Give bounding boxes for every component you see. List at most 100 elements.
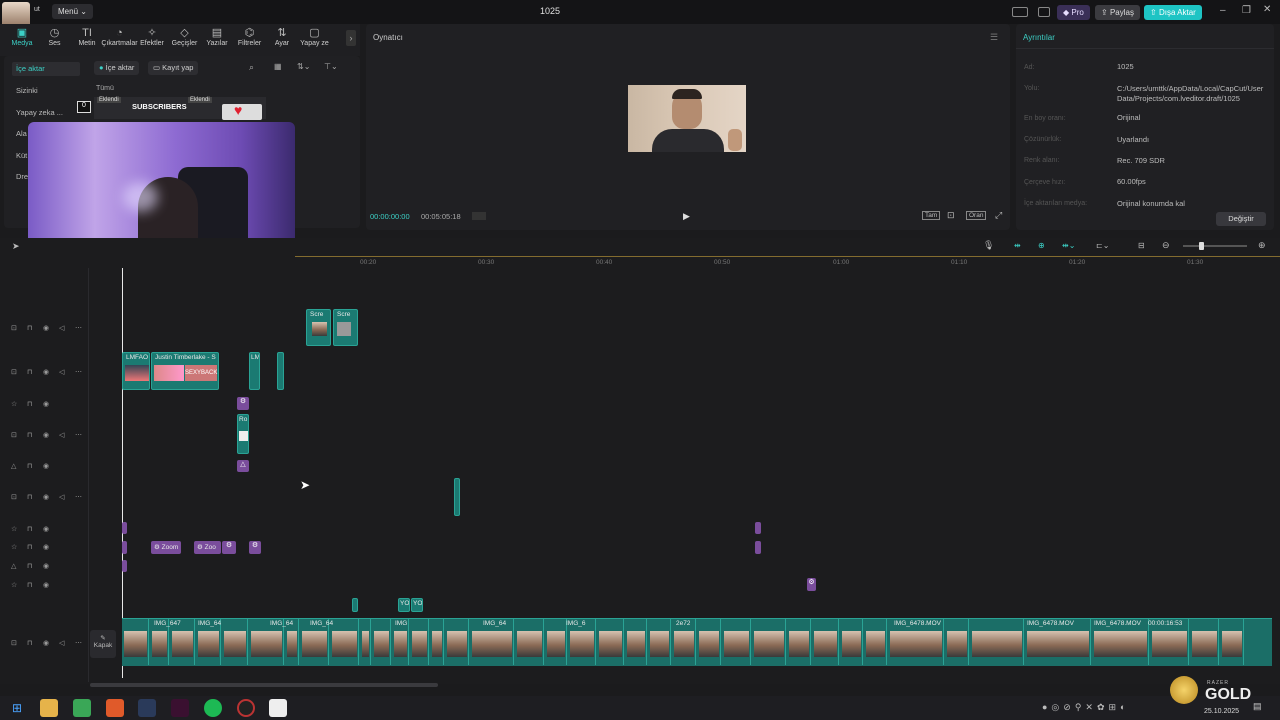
main-track-clip[interactable] xyxy=(970,619,1024,665)
clip-lmfao[interactable]: LMFAO xyxy=(122,352,150,390)
zoom-clip-1[interactable]: ⚙ Zoom xyxy=(151,541,181,554)
lock-icon[interactable]: ⊓ xyxy=(27,431,32,439)
lock-icon[interactable]: ⊓ xyxy=(27,400,32,408)
zoom-in-icon[interactable]: ⊕ xyxy=(1258,240,1266,251)
effect-marker[interactable] xyxy=(122,522,127,534)
main-track-clip[interactable] xyxy=(840,619,863,665)
lock-icon[interactable]: ⊓ xyxy=(27,462,32,470)
track-type-icon[interactable]: ⊡ xyxy=(11,368,17,376)
clip-scre-2[interactable]: Scre xyxy=(333,309,358,346)
main-track-clip[interactable] xyxy=(812,619,839,665)
sidebar-item-import[interactable]: İçe aktar xyxy=(12,62,80,76)
select-tool-icon[interactable]: ➤ xyxy=(12,241,20,252)
filter-icon[interactable]: ⊤⌄ xyxy=(324,62,338,71)
mic-icon[interactable]: 🎙 xyxy=(983,240,994,251)
lock-icon[interactable]: ⊓ xyxy=(27,581,32,589)
menu-button[interactable]: Menü ⌄ xyxy=(52,4,93,19)
layout-icon[interactable] xyxy=(1012,7,1028,17)
maximize-icon[interactable]: ❐ xyxy=(1242,5,1251,16)
store-icon[interactable] xyxy=(73,699,91,717)
steam-icon[interactable] xyxy=(138,699,156,717)
main-track-clip[interactable] xyxy=(372,619,391,665)
grid-view-icon[interactable]: ▦ xyxy=(274,62,282,71)
tool-ai[interactable]: ▢ Yapay ze xyxy=(295,26,335,47)
more-icon[interactable]: ⋯ xyxy=(75,639,82,647)
zoom-clip-3[interactable]: ⚙ xyxy=(222,541,236,554)
windows-start-icon[interactable]: ⊞ xyxy=(8,699,26,717)
cover-button[interactable]: ✎ Kapak xyxy=(90,630,116,658)
track-type-icon[interactable]: ⊡ xyxy=(11,493,17,501)
eye-icon[interactable]: ◉ xyxy=(43,562,49,570)
heart-thumb[interactable]: ♥ xyxy=(222,102,262,120)
lock-icon[interactable]: ⊓ xyxy=(27,639,32,647)
eye-icon[interactable]: ◉ xyxy=(43,324,49,332)
sidebar-item-yours[interactable]: Sizinki xyxy=(12,84,80,98)
spotify-icon[interactable] xyxy=(204,699,222,717)
more-icon[interactable]: ⋯ xyxy=(75,368,82,376)
effect-marker[interactable] xyxy=(755,541,761,554)
clip-tiny[interactable] xyxy=(352,598,358,612)
fullscreen-icon[interactable]: ⤢ xyxy=(995,210,1002,221)
explorer-icon[interactable] xyxy=(40,699,58,717)
track-type-icon[interactable]: ☆ xyxy=(11,525,17,533)
main-track-clip[interactable] xyxy=(222,619,248,665)
eye-icon[interactable]: ◉ xyxy=(43,543,49,551)
change-button[interactable]: Değiştir xyxy=(1216,212,1266,226)
sidebar-item-6[interactable]: Dre xyxy=(12,170,28,184)
more-icon[interactable]: ⋯ xyxy=(75,324,82,332)
eye-icon[interactable]: ◉ xyxy=(43,525,49,533)
zoom-slider[interactable] xyxy=(1183,245,1247,247)
more-icon[interactable]: ⋯ xyxy=(75,431,82,439)
track-type-icon[interactable]: ☆ xyxy=(11,543,17,551)
eye-icon[interactable]: ◉ xyxy=(43,639,49,647)
full-quality-button[interactable]: Tam xyxy=(922,211,941,220)
import-button[interactable]: ● İçe aktar xyxy=(94,61,140,75)
track-type-icon[interactable]: ☆ xyxy=(11,581,17,589)
main-track-clip[interactable] xyxy=(752,619,786,665)
track-type-icon[interactable]: ⊡ xyxy=(11,431,17,439)
lock-icon[interactable]: ⊓ xyxy=(27,562,32,570)
volume-icon[interactable]: ◁ xyxy=(59,431,64,439)
sidebar-item-4[interactable]: Ala xyxy=(12,127,28,141)
main-track-clip[interactable] xyxy=(445,619,469,665)
main-track-clip[interactable] xyxy=(864,619,887,665)
eye-icon[interactable]: ◉ xyxy=(43,462,49,470)
snap-icon[interactable]: ⇹⌄ xyxy=(1062,241,1075,250)
eye-icon[interactable]: ◉ xyxy=(43,493,49,501)
magnet-icon[interactable]: ⊕ xyxy=(1038,241,1045,250)
obs-icon[interactable] xyxy=(237,699,255,717)
track-type-icon[interactable]: ⊡ xyxy=(11,324,17,332)
sidebar-item-ai[interactable]: Yapay zeka ... xyxy=(12,106,80,120)
timeline-scrollbar[interactable] xyxy=(90,683,438,687)
main-track-clip[interactable] xyxy=(1190,619,1219,665)
effect-marker[interactable] xyxy=(755,522,761,534)
main-track-clip[interactable] xyxy=(360,619,371,665)
clip-yo-2[interactable]: YO xyxy=(411,598,423,612)
player-menu-icon[interactable]: ☰ xyxy=(990,32,998,43)
notification-icon[interactable]: ▤ xyxy=(1253,701,1262,712)
clip-narrow[interactable] xyxy=(454,478,460,516)
lock-icon[interactable]: ⊓ xyxy=(27,525,32,533)
clip-yo-1[interactable]: YO xyxy=(398,598,410,612)
volume-icon[interactable]: ◁ xyxy=(59,368,64,376)
lock-icon[interactable]: ⊓ xyxy=(27,493,32,501)
main-track-clip[interactable] xyxy=(945,619,969,665)
effect-clip[interactable]: ⚙ xyxy=(237,397,249,410)
eye-icon[interactable]: ◉ xyxy=(43,581,49,589)
playhead[interactable] xyxy=(122,268,123,678)
main-track-clip[interactable] xyxy=(330,619,359,665)
sidebar-item-5[interactable]: Küt xyxy=(12,149,28,163)
main-track-clip[interactable] xyxy=(410,619,429,665)
zoom-clip-2[interactable]: ⚙ Zoo xyxy=(194,541,221,554)
zoom-out-icon[interactable]: ⊖ xyxy=(1162,240,1170,251)
main-track-clip[interactable] xyxy=(597,619,624,665)
main-track-clip[interactable] xyxy=(515,619,544,665)
lock-icon[interactable]: ⊓ xyxy=(27,324,32,332)
main-track-clip[interactable] xyxy=(430,619,444,665)
zoom-slider-handle[interactable] xyxy=(1199,242,1204,250)
track-type-icon[interactable]: △ xyxy=(11,462,16,470)
shortcut-icon[interactable] xyxy=(1038,7,1050,17)
effect-marker[interactable] xyxy=(122,560,127,572)
main-track-clip[interactable] xyxy=(722,619,751,665)
clip-small[interactable] xyxy=(277,352,284,390)
